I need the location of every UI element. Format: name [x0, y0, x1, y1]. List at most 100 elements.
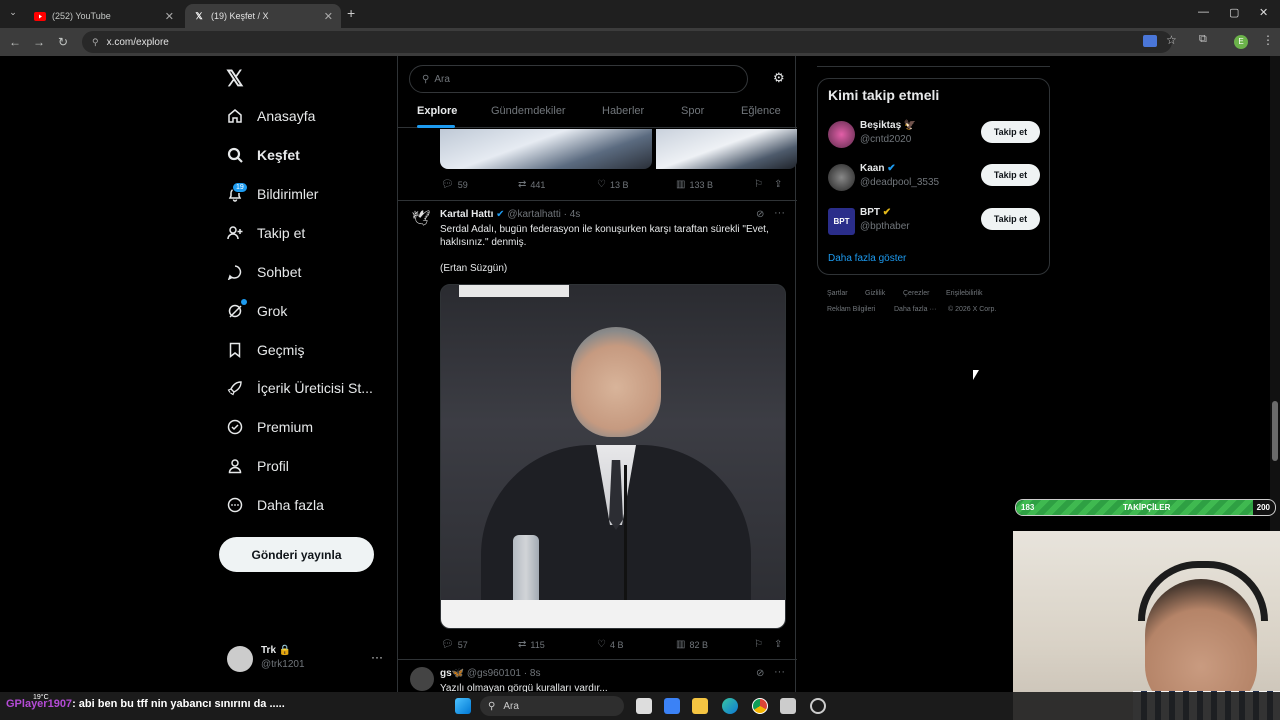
more-icon[interactable]: ··· — [774, 666, 785, 678]
store-icon[interactable] — [780, 698, 796, 714]
site-info-icon[interactable]: ⚲ — [92, 37, 99, 48]
tweet-photo[interactable] — [440, 284, 786, 629]
author-handle[interactable]: @gs960101 — [467, 668, 521, 679]
repost-icon: ⇄ — [518, 179, 527, 190]
widgets-icon[interactable] — [664, 698, 680, 714]
footer-link-more[interactable]: Daha fazla ··· — [894, 306, 936, 313]
repost-button[interactable]: ⇄ 441 — [518, 179, 545, 190]
youtube-icon — [34, 10, 46, 22]
tweet-avatar[interactable] — [410, 667, 434, 691]
settings-gear-icon[interactable]: ⚙ — [773, 70, 785, 86]
more-icon[interactable]: ··· — [774, 207, 785, 219]
post-button[interactable]: Gönderi yayınla — [219, 537, 374, 572]
avatar — [828, 121, 855, 148]
x-logo-icon[interactable]: 𝕏 — [226, 66, 244, 92]
follow-button[interactable]: Takip et — [981, 164, 1040, 186]
tweet-header: Kartal Hattı ✔ @kartalhatti · 4s — [440, 209, 580, 220]
sidebar-item-profile[interactable]: Profil — [226, 453, 289, 479]
grok-icon[interactable]: ⊘ — [756, 209, 764, 220]
sidebar-item-label: Grok — [257, 303, 288, 319]
reply-button[interactable]: 💬︎ 59 — [441, 179, 468, 190]
sidebar-item-follow[interactable]: Takip et — [226, 220, 305, 246]
sidebar-item-explore[interactable]: Keşfet — [226, 142, 300, 168]
tab-entertainment[interactable]: Eğlence — [741, 105, 781, 117]
maximize-button[interactable]: ▢ — [1229, 6, 1239, 19]
footer-link-privacy[interactable]: Gizlilik — [865, 290, 885, 297]
close-window-button[interactable]: ✕ — [1259, 6, 1268, 19]
bookmark-button[interactable]: ⚐ — [754, 639, 767, 650]
follow-button[interactable]: Takip et — [981, 121, 1040, 143]
tab-news[interactable]: Haberler — [602, 105, 644, 117]
follow-suggestion[interactable]: Kaan ✔ @deadpool_3535 Takip et — [828, 162, 1040, 192]
lock-icon: 🔒 — [278, 645, 292, 656]
sidebar-item-grok[interactable]: Grok — [226, 298, 287, 324]
author-name[interactable]: gs🦋 — [440, 668, 464, 679]
views-button[interactable]: ▥ 133 B — [676, 179, 713, 190]
stream-chat-message: GPlayer1907: abi ben bu tff nin yabancı … — [6, 698, 285, 710]
new-tab-button[interactable]: + — [347, 5, 355, 21]
author-handle[interactable]: @kartalhatti — [507, 209, 561, 220]
file-explorer-icon[interactable] — [692, 698, 708, 714]
grok-icon[interactable]: ⊘ — [756, 668, 764, 679]
account-switcher[interactable]: Trk 🔒 @trk1201 ··· — [227, 644, 387, 676]
address-bar[interactable]: ⚲ x.com/explore — [82, 31, 1172, 53]
close-icon[interactable]: ✕ — [165, 10, 174, 23]
more-icon[interactable]: ··· — [371, 650, 383, 664]
divider — [398, 200, 797, 201]
footer-link-terms[interactable]: Şartlar — [827, 290, 848, 297]
minimize-button[interactable]: — — [1198, 6, 1209, 18]
reply-button[interactable]: 💬︎ 57 — [441, 639, 468, 650]
bookmark-button[interactable]: ⚐ — [754, 179, 767, 190]
sidebar-item-premium[interactable]: Premium — [226, 414, 313, 440]
follow-suggestion[interactable]: BPT BPT ✔ @bpthaber Takip et — [828, 206, 1040, 236]
screen-share-icon[interactable] — [1143, 35, 1157, 47]
footer-link-accessibility[interactable]: Erişilebilirlik — [946, 290, 983, 297]
tweet-image[interactable] — [656, 129, 797, 169]
tab-sports[interactable]: Spor — [681, 105, 704, 117]
account-name: Beşiktaş 🦅 — [860, 120, 917, 131]
extensions-icon[interactable]: ⧉ — [1199, 33, 1207, 46]
tweet-image[interactable] — [440, 129, 652, 169]
reload-button[interactable]: ↻ — [51, 35, 75, 49]
tab-search-icon[interactable]: ⌄ — [6, 7, 20, 21]
close-icon[interactable]: ✕ — [324, 10, 333, 23]
sidebar-item-more[interactable]: Daha fazla — [226, 492, 324, 518]
mouse-cursor-icon — [973, 370, 979, 380]
sidebar-item-label: Keşfet — [257, 147, 300, 163]
search-input[interactable]: ⚲ Ara — [409, 65, 748, 93]
tab-x[interactable]: 𝕏 (19) Keşfet / X ✕ — [185, 4, 341, 28]
star-icon[interactable]: ☆ — [1166, 33, 1177, 47]
browser-menu-icon[interactable]: ⋮ — [1262, 33, 1274, 47]
task-view-icon[interactable] — [636, 698, 652, 714]
tab-explore[interactable]: Explore — [417, 105, 457, 117]
follow-suggestion[interactable]: Beşiktaş 🦅 @cntd2020 Takip et — [828, 119, 1040, 149]
tweet-avatar[interactable]: 🕊︎ — [410, 209, 432, 231]
like-button[interactable]: ♡ 4 B — [597, 639, 623, 650]
tab-youtube[interactable]: (252) YouTube ✕ — [26, 4, 182, 28]
chrome-icon[interactable] — [752, 698, 768, 714]
sidebar-item-creator-studio[interactable]: İçerik Üreticisi St... — [226, 375, 373, 401]
taskbar-search[interactable]: ⚲ Ara — [480, 696, 624, 716]
forward-button[interactable]: → — [27, 35, 51, 49]
share-button[interactable]: ⇪ — [774, 639, 786, 650]
share-button[interactable]: ⇪ — [774, 179, 786, 190]
sidebar-item-chat[interactable]: Sohbet — [226, 259, 301, 285]
profile-avatar[interactable]: E — [1234, 35, 1248, 49]
person-icon — [226, 457, 244, 475]
panel-title: Kimi takip etmeli — [828, 87, 940, 103]
footer-link-cookies[interactable]: Çerezler — [903, 290, 929, 297]
edge-icon[interactable] — [722, 698, 738, 714]
like-button[interactable]: ♡ 13 B — [597, 179, 628, 190]
sidebar-item-home[interactable]: Anasayfa — [226, 103, 315, 129]
start-button[interactable] — [455, 698, 471, 714]
repost-button[interactable]: ⇄ 115 — [518, 639, 545, 650]
tab-trending[interactable]: Gündemdekiler — [491, 105, 566, 117]
views-button[interactable]: ▥ 82 B — [676, 639, 708, 650]
sidebar-item-history[interactable]: Geçmiş — [226, 337, 304, 363]
author-name[interactable]: Kartal Hattı — [440, 209, 493, 220]
follow-button[interactable]: Takip et — [981, 208, 1040, 230]
back-button[interactable]: ← — [3, 35, 27, 49]
app-icon[interactable] — [810, 698, 826, 714]
footer-link-ads[interactable]: Reklam Bilgileri — [827, 306, 875, 313]
show-more-link[interactable]: Daha fazla göster — [828, 253, 906, 264]
